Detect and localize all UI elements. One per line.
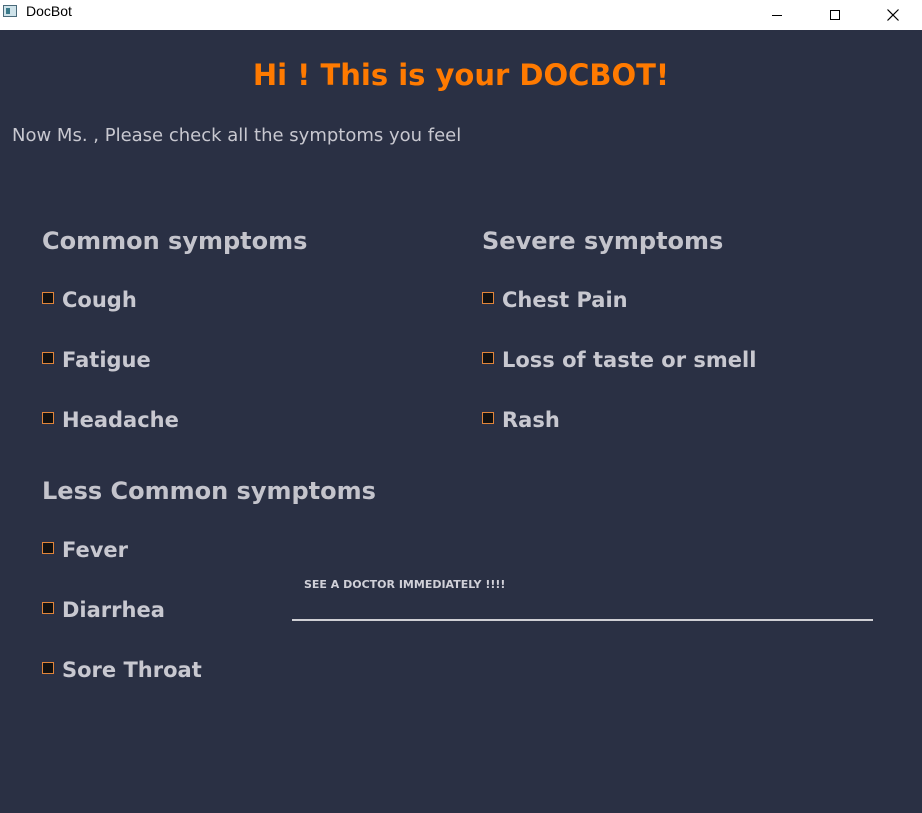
maximize-button[interactable] bbox=[806, 0, 864, 30]
window-title: DocBot bbox=[26, 3, 72, 19]
checkbox-box[interactable] bbox=[42, 352, 54, 364]
minimize-icon bbox=[772, 14, 782, 16]
checkbox-box[interactable] bbox=[42, 662, 54, 674]
less-common-symptoms-title: Less Common symptoms bbox=[42, 477, 376, 505]
checkbox-box[interactable] bbox=[42, 412, 54, 424]
checkbox-box[interactable] bbox=[42, 602, 54, 614]
checkbox-box[interactable] bbox=[42, 292, 54, 304]
title-bar: DocBot bbox=[0, 0, 922, 30]
checkbox-cough[interactable]: Cough bbox=[42, 288, 137, 312]
checkbox-label: Chest Pain bbox=[502, 288, 628, 312]
maximize-icon bbox=[830, 10, 840, 20]
minimize-button[interactable] bbox=[748, 0, 806, 30]
checkbox-label: Fever bbox=[62, 538, 129, 562]
checkbox-fever[interactable]: Fever bbox=[42, 538, 128, 562]
common-symptoms-title: Common symptoms bbox=[42, 227, 308, 255]
app-icon bbox=[3, 5, 17, 17]
checkbox-label: Diarrhea bbox=[62, 598, 165, 622]
result-message: SEE A DOCTOR IMMEDIATELY !!!! bbox=[304, 578, 506, 591]
checkbox-fatigue[interactable]: Fatigue bbox=[42, 348, 151, 372]
checkbox-label: Fatigue bbox=[62, 348, 151, 372]
checkbox-label: Cough bbox=[62, 288, 137, 312]
checkbox-chest-pain[interactable]: Chest Pain bbox=[482, 288, 628, 312]
result-underline bbox=[292, 619, 873, 621]
checkbox-label: Headache bbox=[62, 408, 179, 432]
checkbox-box[interactable] bbox=[482, 412, 494, 424]
checkbox-label: Sore Throat bbox=[62, 658, 202, 682]
checkbox-box[interactable] bbox=[42, 542, 54, 554]
checkbox-diarrhea[interactable]: Diarrhea bbox=[42, 598, 165, 622]
page-title: Hi ! This is your DOCBOT! bbox=[252, 58, 670, 92]
checkbox-label: Loss of taste or smell bbox=[502, 348, 757, 372]
checkbox-label: Rash bbox=[502, 408, 560, 432]
checkbox-box[interactable] bbox=[482, 352, 494, 364]
checkbox-loss-of-taste-or-smell[interactable]: Loss of taste or smell bbox=[482, 348, 756, 372]
close-button[interactable] bbox=[864, 0, 922, 30]
severe-symptoms-title: Severe symptoms bbox=[482, 227, 724, 255]
close-icon bbox=[887, 9, 899, 21]
instruction-text: Now Ms. , Please check all the symptoms … bbox=[12, 125, 462, 146]
checkbox-headache[interactable]: Headache bbox=[42, 408, 179, 432]
checkbox-box[interactable] bbox=[482, 292, 494, 304]
checkbox-rash[interactable]: Rash bbox=[482, 408, 560, 432]
checkbox-sore-throat[interactable]: Sore Throat bbox=[42, 658, 202, 682]
